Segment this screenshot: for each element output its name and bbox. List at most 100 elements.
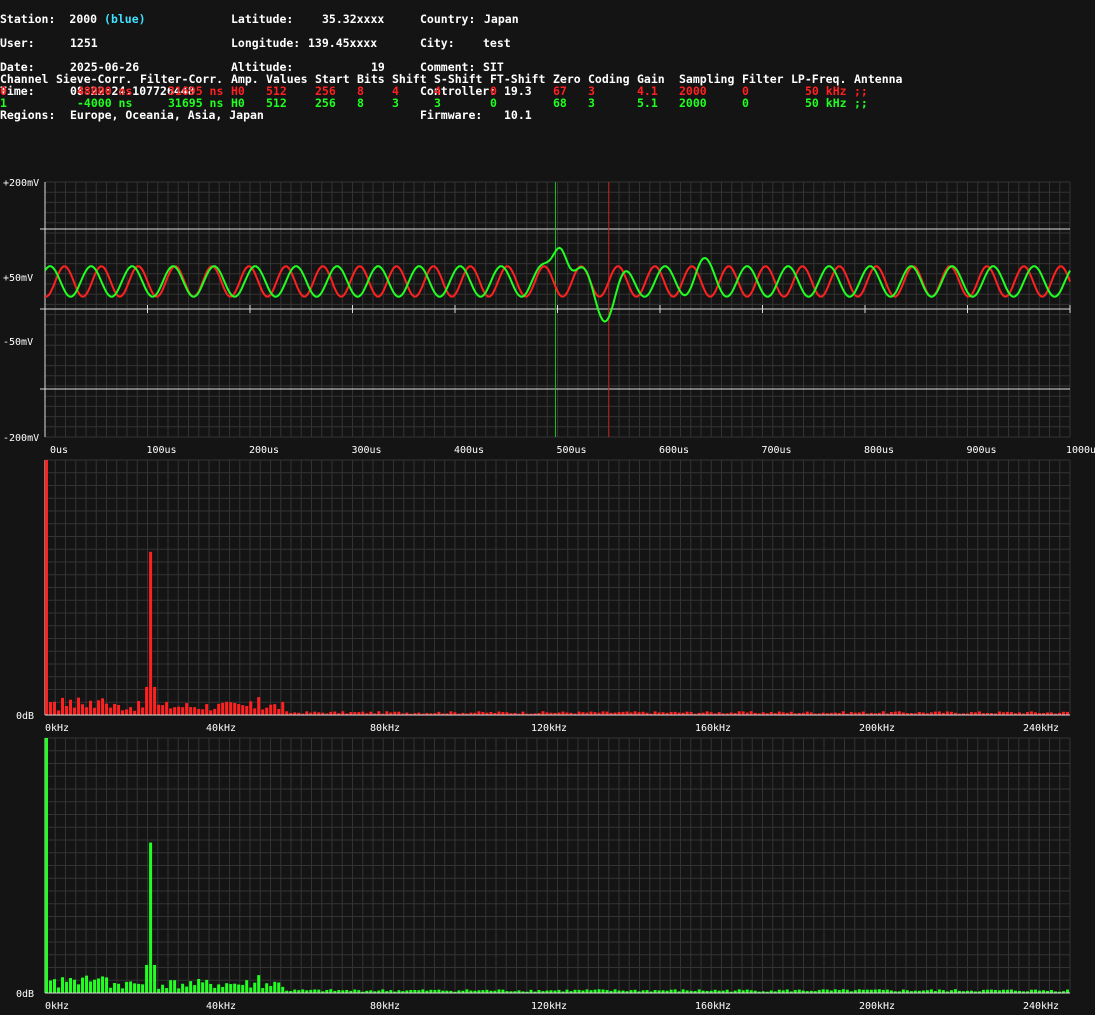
spectrum-bar bbox=[281, 701, 285, 715]
x-tick-label: 100us bbox=[146, 445, 176, 456]
spectrum-bar bbox=[197, 708, 201, 715]
spectrum-bar bbox=[117, 983, 121, 993]
spectrum-bar bbox=[945, 711, 949, 715]
spectrum-bar bbox=[129, 981, 133, 993]
spectrum-bar bbox=[93, 979, 97, 993]
spectrum-bar bbox=[777, 711, 781, 715]
x-tick-label: 80kHz bbox=[370, 1001, 400, 1012]
spectrum-bar bbox=[85, 975, 89, 993]
spectrum-bar bbox=[141, 707, 145, 715]
spectrum-bar bbox=[901, 989, 905, 993]
spectrum-bar bbox=[49, 980, 53, 993]
spectrum-bar bbox=[181, 983, 185, 993]
spectrum-bar bbox=[161, 984, 165, 993]
spectrum-bar bbox=[125, 981, 129, 993]
spectrum-red-panel: 0dB 0kHz 40kHz 80kHz 120kHz 160kHz 200kHz 240kH… bbox=[16, 459, 1071, 734]
spectrum-bar bbox=[273, 981, 277, 993]
x-tick-label: 200us bbox=[249, 445, 279, 456]
x-tick-label: 240kHz bbox=[1023, 1001, 1059, 1012]
spectrum-bar bbox=[101, 976, 105, 993]
x-tick-label: 40kHz bbox=[206, 1001, 236, 1012]
spectrum-bar bbox=[253, 982, 257, 993]
x-tick-label: 80kHz bbox=[370, 723, 400, 734]
spectrum-bar bbox=[597, 989, 601, 993]
spectrum-bar bbox=[81, 977, 85, 993]
spectrum-bar bbox=[561, 711, 565, 715]
spectrum-bar bbox=[81, 704, 85, 715]
spectrum-bar bbox=[797, 989, 801, 993]
spectrum-bar bbox=[89, 700, 93, 715]
spectrum-bar bbox=[653, 711, 657, 715]
spectrum-bar bbox=[857, 989, 861, 993]
spectrum-bar bbox=[633, 711, 637, 715]
spectrum-bar bbox=[61, 977, 65, 993]
spectrum-bar bbox=[173, 707, 177, 715]
spectrum-bar bbox=[233, 983, 237, 993]
spectrum-bar bbox=[113, 983, 117, 993]
spectrum-bar bbox=[145, 964, 149, 993]
spectrum-bar bbox=[193, 985, 197, 993]
spectrum-bar bbox=[257, 975, 261, 993]
spectrum-bar bbox=[165, 701, 169, 715]
spectrum-bar bbox=[681, 989, 685, 993]
spectrum-bar bbox=[69, 978, 73, 993]
x-tick-label: 0kHz bbox=[45, 723, 69, 734]
x-tick-label: 200kHz bbox=[859, 1001, 895, 1012]
spectrum-bar bbox=[133, 710, 137, 715]
spectrum-bar bbox=[421, 989, 425, 993]
spectrum-bar bbox=[197, 978, 201, 993]
spectrum-bar bbox=[897, 711, 901, 715]
spectrum-bar bbox=[497, 989, 501, 993]
spectrum-bar bbox=[185, 703, 189, 715]
spectrum-bar bbox=[241, 984, 245, 993]
spectrum-bar bbox=[841, 711, 845, 715]
spectrum-bar bbox=[85, 707, 89, 715]
spectrum-bar bbox=[65, 981, 69, 993]
spectrum-bar bbox=[329, 989, 333, 993]
spectrum-bar bbox=[169, 980, 173, 993]
x-tick-label: 600us bbox=[659, 445, 689, 456]
oscilloscope-charts: +200mV +50mV -50mV -200mV 0us 100us 200us 300us… bbox=[3, 178, 1095, 1012]
spectrum-bar bbox=[953, 989, 957, 993]
spectrum-bar bbox=[589, 711, 593, 715]
spectrum-bar bbox=[73, 707, 77, 715]
spectrum-bar bbox=[53, 979, 57, 993]
spectrum-bar bbox=[149, 842, 153, 993]
spectrum-bar bbox=[157, 704, 161, 715]
spectrum-bar bbox=[989, 989, 993, 993]
spectrum-bar bbox=[613, 989, 617, 993]
y-tick-label: 0dB bbox=[16, 989, 34, 1000]
spectrum-bar bbox=[377, 711, 381, 715]
spectrum-green-panel: 0dB 0kHz 40kHz 80kHz 120kHz 160kHz 200kHz 240kH… bbox=[16, 737, 1071, 1012]
x-tick-label: 800us bbox=[864, 445, 894, 456]
spectrum-bar bbox=[45, 460, 49, 715]
spectrum-bar bbox=[685, 711, 689, 715]
spectrum-bar bbox=[705, 711, 709, 715]
spectrum-bar bbox=[77, 697, 81, 715]
spectrum-bar bbox=[145, 686, 149, 715]
spectrum-bar bbox=[121, 710, 125, 715]
spectrum-bar bbox=[157, 988, 161, 993]
spectrum-bar bbox=[341, 711, 345, 715]
spectrum-bar bbox=[277, 708, 281, 715]
spectrum-bar bbox=[237, 704, 241, 715]
spectrum-bar bbox=[77, 984, 81, 993]
spectrum-bar bbox=[201, 709, 205, 715]
spectrum-bar bbox=[205, 979, 209, 993]
spectrum-bar bbox=[149, 551, 153, 715]
spectrum-bar bbox=[937, 989, 941, 993]
x-tick-label: 1000us bbox=[1066, 445, 1095, 456]
spectrum-bar bbox=[261, 988, 265, 993]
x-tick-label: 400us bbox=[454, 445, 484, 456]
spectrum-bar bbox=[57, 710, 61, 715]
spectrum-bar bbox=[57, 987, 61, 993]
spectrum-bar bbox=[53, 701, 57, 715]
spectrum-bar bbox=[265, 707, 269, 715]
spectrum-bar bbox=[133, 983, 137, 993]
x-tick-label: 200kHz bbox=[859, 723, 895, 734]
spectrum-bar bbox=[785, 989, 789, 993]
spectrum-bar bbox=[105, 703, 109, 715]
spectrum-bar bbox=[121, 988, 125, 993]
spectrum-bar bbox=[229, 984, 233, 993]
spectrum-bar bbox=[65, 705, 69, 715]
